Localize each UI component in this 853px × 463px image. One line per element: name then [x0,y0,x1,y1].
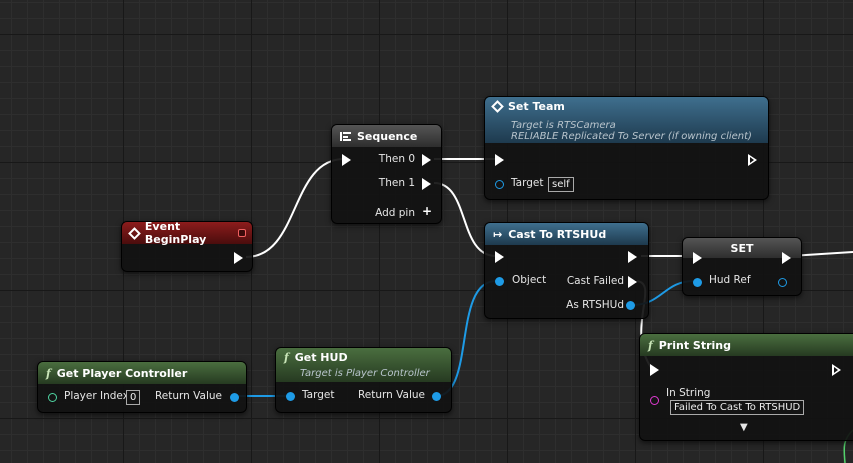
cast-object-label: Object [512,274,547,286]
event-begin-play-node[interactable]: Event BeginPlay [121,220,253,272]
then1-pin[interactable] [422,178,431,190]
gpc-return-value-pin[interactable] [230,393,239,402]
function-icon: f [46,366,51,380]
sequence-exec-in-pin[interactable] [342,154,351,166]
get-hud-return-value-pin[interactable] [432,392,441,401]
event-diamond-icon [128,226,141,240]
set-team-target-value[interactable]: self [548,177,574,192]
in-string-value[interactable]: Failed To Cast To RTSHUD [670,400,805,415]
then1-label: Then 1 [378,177,415,189]
cast-exec-out-pin[interactable] [628,251,637,263]
add-pin-label[interactable]: Add pin [375,207,415,219]
set-team-subtitle-replication: RELIABLE Replicated To Server (if owning… [511,131,752,142]
cast-failed-label: Cast Failed [566,275,624,287]
expand-advanced-chevron-icon[interactable]: ▼ [740,422,748,433]
set-hud-ref-label: Hud Ref [709,274,751,286]
player-index-label: Player Index [64,390,129,402]
delegate-stop-icon [238,229,246,237]
get-hud-return-value-label: Return Value [357,389,425,401]
set-team-exec-out-pin[interactable] [748,154,757,166]
get-player-controller-title: Get Player Controller [56,366,188,380]
in-string-pin[interactable] [650,396,659,405]
sequence-header: Sequence [332,125,441,147]
get-hud-title: Get HUD [294,351,348,364]
set-hud-ref-node[interactable]: SET Hud Ref [682,237,802,296]
blueprint-graph-canvas[interactable]: Event BeginPlay Sequence Then 0 Then 1 A… [0,0,853,463]
set-team-exec-in-pin[interactable] [495,154,504,166]
print-string-header: f Print String [640,334,853,356]
add-pin-plus-icon[interactable]: + [422,204,432,218]
cast-arrows-icon: ↦ [493,227,503,241]
print-string-node[interactable]: f Print String In String Failed To Cast … [639,333,853,441]
print-string-title: Print String [658,338,731,352]
event-begin-play-header: Event BeginPlay [122,220,252,246]
sequence-title: Sequence [357,129,418,143]
cast-exec-in-pin[interactable] [495,251,504,263]
set-hud-ref-in-pin[interactable] [693,278,702,287]
function-icon: f [284,351,289,364]
exec-out-pin[interactable] [234,252,243,264]
set-exec-out-pin[interactable] [782,252,791,264]
cast-title: Cast To RTSHUd [508,227,607,241]
get-player-controller-header: f Get Player Controller [38,362,246,384]
get-player-controller-node[interactable]: f Get Player Controller Player Index 0 R… [37,361,247,413]
then0-pin[interactable] [422,154,431,166]
sequence-icon [340,131,351,141]
in-string-label: In String [666,387,711,399]
exec-wire-beginplay-sequence[interactable] [245,158,345,258]
player-index-pin[interactable] [48,393,57,402]
set-hud-ref-out-pin[interactable] [778,278,787,287]
get-hud-node[interactable]: f Get HUD Target is Player Controller Ta… [275,347,452,413]
get-hud-subtitle: Target is Player Controller [300,368,430,379]
set-team-target-label: Target [511,177,544,189]
print-string-exec-out-pin[interactable] [832,364,841,376]
get-hud-target-label: Target [302,389,335,401]
cast-as-rtshud-label: As RTSHUd [566,299,624,311]
set-team-target-pin[interactable] [495,180,504,189]
player-index-value[interactable]: 0 [126,390,141,405]
set-exec-in-pin[interactable] [693,252,702,264]
function-icon: f [648,338,653,352]
event-begin-play-title: Event BeginPlay [144,220,207,246]
cast-as-rtshud-pin[interactable] [626,301,635,310]
sequence-node[interactable]: Sequence Then 0 Then 1 Add pin + [331,124,442,224]
set-team-subtitle-target: Target is RTSCamera [511,120,616,131]
gpc-return-value-label: Return Value [154,390,222,402]
cast-to-rtshud-node[interactable]: ↦ Cast To RTSHUd Object Cast Failed As R… [484,222,649,319]
cast-object-pin[interactable] [495,277,504,286]
get-hud-target-pin[interactable] [286,392,295,401]
then0-label: Then 0 [378,153,415,165]
set-title: SET [730,241,754,255]
replicated-event-icon [491,100,504,113]
set-team-title: Set Team [508,100,565,113]
print-string-exec-in-pin[interactable] [650,364,659,376]
set-team-node[interactable]: Set Team Target is RTSCamera RELIABLE Re… [484,96,769,200]
cast-header: ↦ Cast To RTSHUd [485,223,648,245]
cast-failed-pin[interactable] [628,276,637,288]
